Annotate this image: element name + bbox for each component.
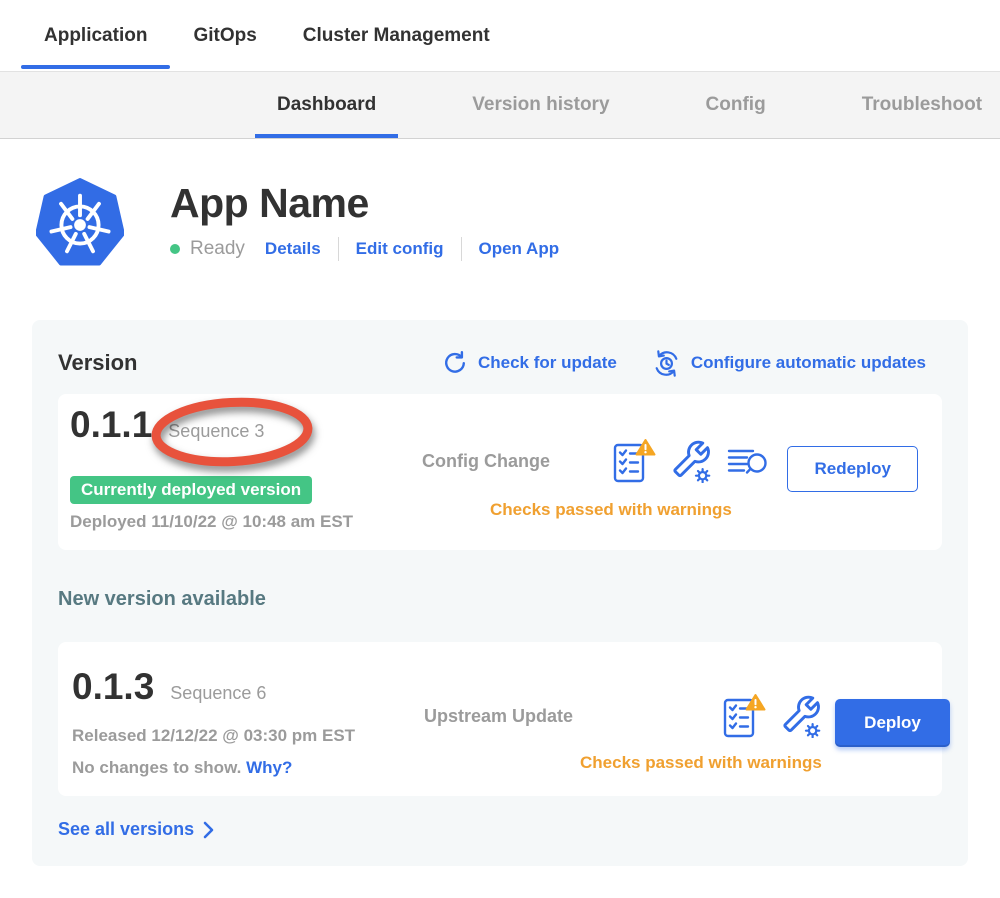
version-panel: Version Check for update (32, 320, 968, 866)
tab-version-history[interactable]: Version history (450, 72, 631, 138)
configure-auto-updates-label: Configure automatic updates (691, 353, 926, 373)
divider (338, 237, 339, 261)
available-version-sequence: Sequence 6 (170, 683, 266, 704)
new-version-heading: New version available (58, 588, 942, 611)
app-header: App Name Ready Details Edit config Open … (0, 139, 1000, 270)
tab-gitops[interactable]: GitOps (170, 0, 279, 71)
see-all-versions-label: See all versions (58, 819, 194, 840)
version-heading: Version (58, 350, 137, 376)
tab-cluster-management[interactable]: Cluster Management (280, 0, 513, 71)
current-checks-status: Checks passed with warnings (490, 500, 768, 520)
current-version-number: 0.1.1 (70, 404, 152, 446)
tab-config[interactable]: Config (684, 72, 788, 138)
open-app-link[interactable]: Open App (479, 239, 560, 259)
available-checks-status: Checks passed with warnings (580, 753, 822, 773)
page-title: App Name (170, 180, 559, 227)
edit-config-wrench-icon[interactable] (670, 439, 712, 483)
deployed-timestamp: Deployed 11/10/22 @ 10:48 am EST (70, 512, 422, 532)
ready-status-dot (170, 244, 180, 254)
configure-auto-updates-button[interactable]: Configure automatic updates (652, 349, 926, 378)
current-change-type: Config Change (422, 451, 550, 472)
auto-update-clock-icon (652, 349, 681, 378)
divider (461, 237, 462, 261)
preflight-checks-warning-icon[interactable] (612, 438, 656, 484)
available-version-number: 0.1.3 (72, 666, 154, 708)
kubernetes-logo-icon (36, 178, 124, 270)
current-version-sequence: Sequence 3 (168, 421, 264, 442)
details-link[interactable]: Details (265, 239, 321, 259)
see-all-versions-link[interactable]: See all versions (58, 819, 942, 840)
tab-troubleshoot[interactable]: Troubleshoot (840, 72, 1000, 138)
check-for-update-label: Check for update (478, 353, 617, 373)
tab-dashboard[interactable]: Dashboard (255, 72, 398, 138)
redeploy-button[interactable]: Redeploy (787, 446, 918, 492)
released-timestamp: Released 12/12/22 @ 03:30 pm EST (72, 726, 424, 746)
no-changes-text: No changes to show. (72, 758, 241, 777)
view-files-icon[interactable] (726, 443, 768, 479)
tab-application[interactable]: Application (21, 0, 170, 71)
available-version-card: 0.1.3 Sequence 6 Released 12/12/22 @ 03:… (58, 642, 942, 796)
app-status: Ready (190, 238, 245, 260)
chevron-right-icon (203, 821, 214, 839)
deploy-button[interactable]: Deploy (835, 699, 950, 747)
refresh-icon (442, 350, 468, 376)
edit-config-link[interactable]: Edit config (356, 239, 444, 259)
primary-nav: Application GitOps Cluster Management (0, 0, 1000, 71)
preflight-checks-warning-icon[interactable] (722, 693, 766, 739)
why-link[interactable]: Why? (246, 758, 292, 777)
available-change-type: Upstream Update (424, 706, 573, 727)
currently-deployed-badge: Currently deployed version (70, 476, 312, 504)
edit-config-wrench-icon[interactable] (780, 694, 822, 738)
current-version-card: 0.1.1 Sequence 3 Currently deployed vers… (58, 394, 942, 550)
check-for-update-button[interactable]: Check for update (442, 350, 617, 376)
app-sub-nav: Dashboard Version history Config Trouble… (0, 71, 1000, 139)
